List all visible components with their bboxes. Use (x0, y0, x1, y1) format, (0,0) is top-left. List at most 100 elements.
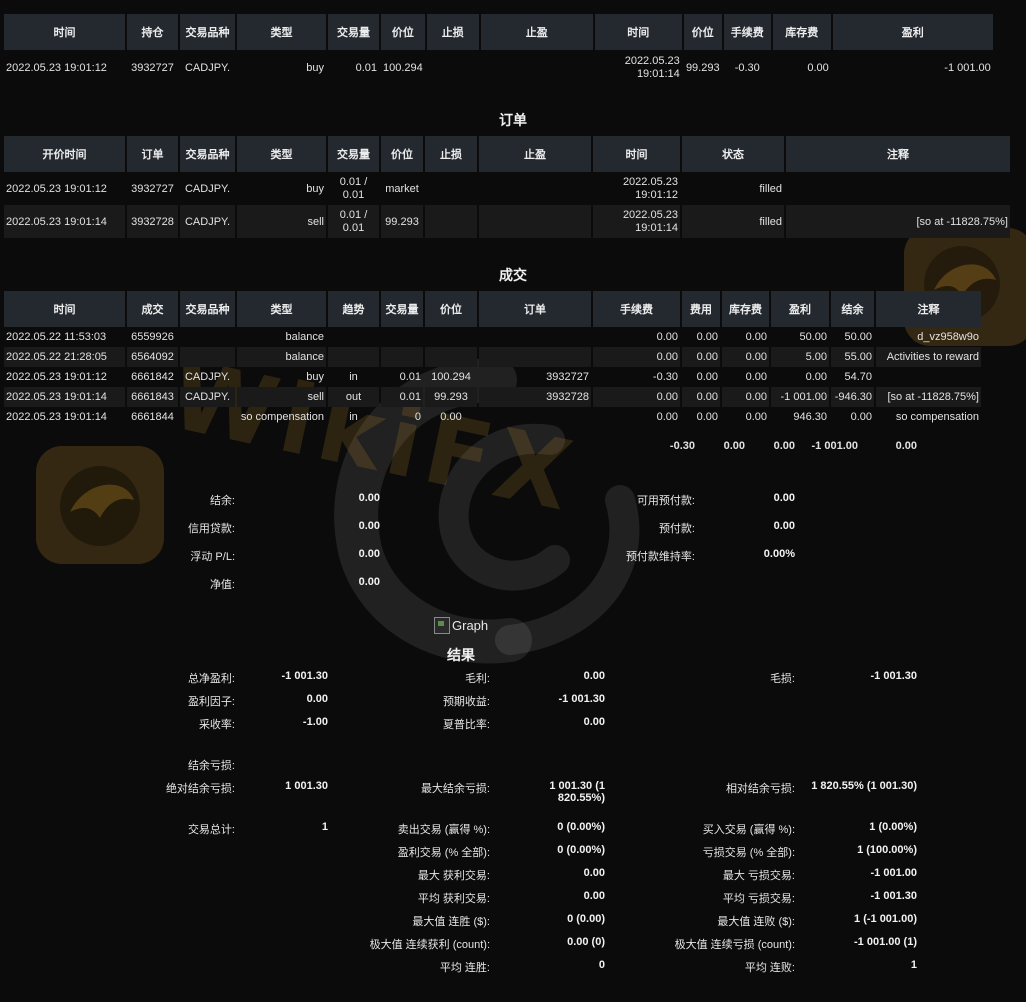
deals-cell: balance (237, 347, 326, 367)
profit-factor-value: 0.00 (306, 693, 328, 705)
positions-header-7: 止盈 (480, 14, 593, 50)
deals-row: 2022.05.23 19:01:14 6661843 CADJPY. sell out… (4, 387, 981, 407)
deals-cell: in (349, 371, 358, 383)
rel-dd-value: 1 820.55% (1 001.30) (811, 780, 917, 792)
deals-cell: 6661843 (127, 387, 178, 407)
deals-cell: 0.00 (696, 331, 718, 343)
positions-header-9: 价位 (683, 14, 722, 50)
deals-cell: 6661842 (131, 371, 174, 383)
deals-cell: d_vz958w9o (917, 331, 979, 343)
positions-header-11: 库存费 (772, 14, 831, 50)
net-profit-value: -1 001.30 (281, 670, 328, 682)
orders-cell: filled (682, 205, 784, 238)
positions-header-4: 交易量 (328, 14, 379, 50)
largest-loss-value: -1 001.00 (870, 867, 917, 879)
deals-header-9: 费用 (682, 291, 720, 327)
orders-cell: [so at -11828.75%] (786, 205, 1010, 238)
max-dd-value: 1 001.30 (1 820.55%) (549, 780, 605, 804)
deals-cell: 0.01 (381, 387, 423, 407)
orders-header-3: 类型 (237, 136, 326, 172)
graph-image-placeholder: Graph (434, 617, 488, 634)
orders-cell: 99.293 (381, 205, 423, 238)
max-dd-label: 最大结余亏损: (420, 783, 490, 795)
avg-cons-wins-value: 0 (598, 959, 605, 971)
deals-cell (180, 407, 235, 427)
avg-cons-losses-label: 平均 连败: (744, 962, 795, 974)
deals-header-1: 成交 (127, 291, 178, 327)
avg-profit-label: 平均 获利交易: (417, 893, 490, 905)
avg-cons-losses-value: 1 (910, 959, 917, 971)
deals-header-7: 订单 (479, 291, 591, 327)
orders-cell: buy (306, 182, 324, 195)
orders-header-9: 状态 (682, 136, 784, 172)
broken-image-icon (434, 617, 450, 634)
orders-header-0: 开价时间 (4, 136, 125, 172)
deals-cell (425, 347, 477, 367)
largest-loss-label: 最大 亏损交易: (722, 870, 795, 882)
deals-row: 2022.05.22 21:28:05 6564092 balance 0.00 0.0… (4, 347, 981, 367)
deals-cell: 2022.05.22 21:28:05 (4, 347, 125, 367)
loss-trades-value: 1 (100.00%) (857, 844, 917, 856)
deals-cell: 0.00 (722, 387, 769, 407)
deals-cell: 0.00 (696, 411, 718, 423)
long-value: 1 (0.00%) (869, 821, 917, 833)
equity-label: 净值: (209, 579, 235, 591)
deals-cell: 100.294 (431, 371, 471, 383)
deals-cell: 50.00 (799, 331, 827, 343)
deals-row: 2022.05.23 19:01:12 6661842 CADJPY. buy in 0.… (4, 367, 981, 387)
balance-label: 结余: (209, 495, 235, 507)
floating-pl-label: 浮动 P/L: (190, 551, 235, 563)
orders-cell: CADJPY. (184, 182, 231, 195)
deals-cell: 0.00 (722, 347, 769, 367)
deals-cell: 99.293 (425, 387, 477, 407)
positions-header-6: 止损 (426, 14, 479, 50)
orders-cell: filled (759, 182, 782, 195)
deals-cell (876, 367, 981, 387)
orders-cell (425, 172, 477, 205)
orders-cell: 2022.05.23 19:01:14 (4, 205, 125, 238)
deals-cell (328, 347, 379, 367)
deals-cell (479, 327, 591, 347)
deals-header-0: 时间 (4, 291, 125, 327)
deals-total-fee: 0.00 (723, 440, 745, 452)
deals-header-2: 交易品种 (180, 291, 235, 327)
positions-table: 时间 持仓 交易品种 类型 交易量 价位 止损 止盈 时间 价位 手续费 库存费 盈利 2022.05.… (2, 14, 995, 86)
positions-cell: 0.01 (355, 62, 377, 74)
deals-cell: 0.01 (399, 371, 421, 383)
recovery-factor-label: 采收率: (198, 719, 235, 731)
positions-cell: 100.294 (383, 62, 423, 74)
positions-cell: 2022.05.23 19:01:12 (6, 62, 107, 74)
deals-cell: 0.00 (440, 411, 462, 423)
deals-cell: [so at -11828.75%] (876, 387, 981, 407)
deals-cell: 55.00 (831, 347, 874, 367)
short-label: 卖出交易 (赢得 %): (397, 824, 490, 836)
deals-cell: 0.00 (696, 371, 718, 383)
avg-profit-value: 0.00 (583, 890, 605, 902)
positions-header-3: 类型 (237, 14, 326, 50)
deals-header-3: 类型 (237, 291, 326, 327)
orders-cell: sell (237, 205, 326, 238)
deals-cell: 6559926 (131, 331, 174, 343)
deals-cell: 2022.05.22 11:53:03 (6, 331, 107, 343)
positions-cell (427, 50, 479, 86)
deals-cell: 5.00 (771, 347, 829, 367)
positions-header-12: 盈利 (832, 14, 993, 50)
abs-dd-value: 1 001.30 (285, 780, 328, 792)
results-title: 结果 (447, 647, 475, 663)
deals-cell: buy (306, 371, 324, 383)
deals-total-swap: 0.00 (773, 440, 795, 452)
deals-cell: 0.00 (850, 411, 872, 423)
total-trades-value: 1 (321, 821, 328, 833)
deals-cell: 0.00 (745, 411, 767, 423)
deals-cell: 2022.05.23 19:01:12 (6, 371, 107, 383)
graph-alt-text: Graph (452, 618, 489, 633)
deals-cell: in (349, 411, 358, 423)
floating-pl-value: 0.00 (358, 548, 380, 560)
deals-cell: balance (285, 331, 324, 343)
orders-cell (479, 172, 591, 205)
max-cons-losses-value: 1 (-1 001.00) (854, 913, 917, 925)
credit-label: 信用贷款: (187, 523, 235, 535)
deals-cell: CADJPY. (184, 371, 231, 383)
recovery-factor-value: -1.00 (302, 716, 328, 728)
deals-header-8: 手续费 (593, 291, 680, 327)
